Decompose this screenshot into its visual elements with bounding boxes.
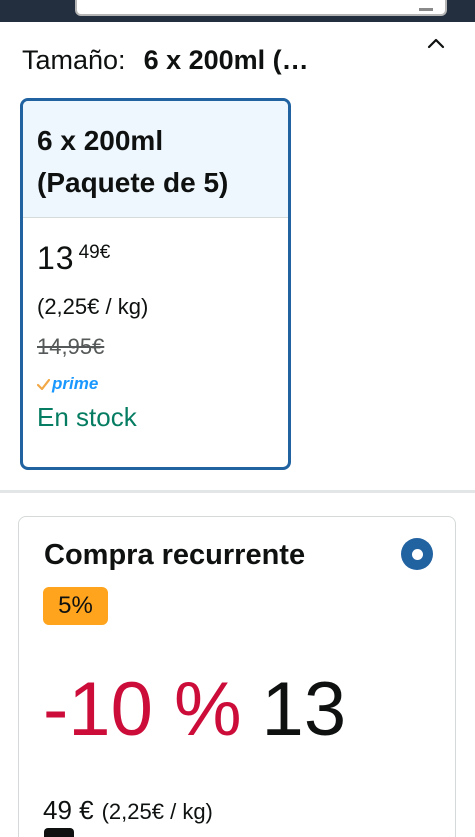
prime-badge: prime [37,374,274,394]
check-icon [37,378,50,390]
option-price: 13 49€ [37,240,274,276]
subscription-price: -10 % 13 [43,665,346,755]
subscription-price-fraction: 49 € [43,795,94,825]
subscription-discount: -10 % [43,667,242,752]
size-value: 6 x 200ml (… [143,44,309,75]
subscription-radio-button[interactable] [401,538,433,570]
size-option-name: 6 x 200ml [37,125,164,156]
price-underline [44,828,74,837]
search-bar-edge [419,8,433,11]
option-price-fraction: 49€ [78,242,111,263]
subscription-unit-price: (2,25€ / kg) [101,799,213,824]
subscription-price-detail: 49 € (2,25€ / kg) [43,795,213,826]
option-unit-price: (2,25€ / kg) [37,294,149,319]
subscription-price-whole: 13 [261,667,347,752]
radio-selected-dot [411,548,423,560]
chevron-up-icon[interactable] [424,34,448,52]
size-option-card-selected[interactable]: 6 x 200ml (Paquete de 5) 13 49€ (2,25€ /… [20,98,291,470]
option-price-whole: 13 [37,240,75,276]
section-divider [0,490,475,493]
top-header-bar [0,0,475,22]
subscription-discount-badge: 5% [43,587,108,625]
size-label: Tamaño: [22,44,126,75]
prime-label: prime [52,374,99,393]
subscription-option-card[interactable]: Compra recurrente 5% -10 % 13 49 € (2,25… [18,516,456,837]
size-option-pack: (Paquete de 5) [37,167,229,198]
search-bar[interactable] [75,0,447,16]
size-option-title: 6 x 200ml (Paquete de 5) [23,101,288,218]
option-was-price: 14,95€ [37,334,105,359]
subscription-title: Compra recurrente [44,539,306,571]
stock-status: En stock [37,402,137,432]
size-selector-header[interactable]: Tamaño: 6 x 200ml (… [22,40,422,80]
